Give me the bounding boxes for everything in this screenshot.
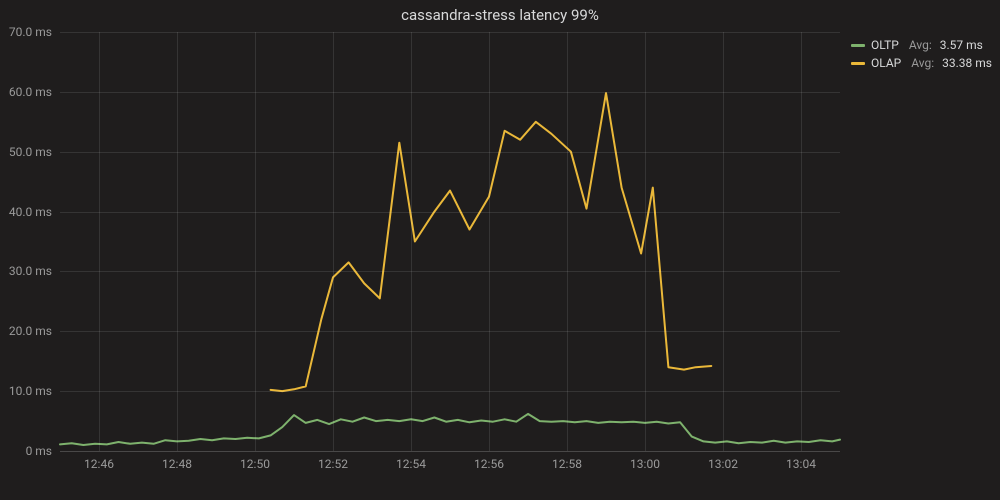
gridline-v: [723, 32, 724, 451]
x-axis-tick-label: 12:58: [552, 451, 582, 471]
y-axis-tick-label: 0 ms: [26, 444, 60, 458]
x-axis-tick-label: 12:54: [396, 451, 426, 471]
legend: OLTP Avg: 3.57 ms OLAP Avg: 33.38 ms: [851, 36, 992, 72]
gridline-v: [567, 32, 568, 451]
gridline-v: [645, 32, 646, 451]
gridline-v: [255, 32, 256, 451]
y-axis-tick-label: 70.0 ms: [9, 25, 60, 39]
legend-stat-label-oltp: Avg:: [909, 36, 932, 54]
gridline-v: [801, 32, 802, 451]
x-axis-tick-label: 13:00: [630, 451, 660, 471]
gridline-v: [411, 32, 412, 451]
x-axis-tick-label: 12:52: [318, 451, 348, 471]
y-axis-tick-label: 40.0 ms: [9, 205, 60, 219]
gridline-v: [489, 32, 490, 451]
legend-swatch-oltp: [851, 44, 865, 47]
y-axis-tick-label: 60.0 ms: [9, 85, 60, 99]
legend-label-olap: OLAP: [871, 54, 901, 72]
chart-plot-area: 0 ms10.0 ms20.0 ms30.0 ms40.0 ms50.0 ms6…: [60, 32, 840, 452]
legend-stat-value-oltp: 3.57 ms: [940, 36, 983, 54]
legend-item-olap[interactable]: OLAP Avg: 33.38 ms: [851, 54, 992, 72]
x-axis-tick-label: 13:02: [708, 451, 738, 471]
y-axis-tick-label: 50.0 ms: [9, 145, 60, 159]
x-axis-tick-label: 12:50: [240, 451, 270, 471]
chart-title: cassandra-stress latency 99%: [0, 0, 1000, 24]
legend-stat-label-olap: Avg:: [911, 54, 934, 72]
y-axis-tick-label: 30.0 ms: [9, 264, 60, 278]
legend-label-oltp: OLTP: [871, 36, 899, 54]
gridline-v: [99, 32, 100, 451]
legend-swatch-olap: [851, 62, 865, 65]
y-axis-tick-label: 10.0 ms: [9, 384, 60, 398]
legend-item-oltp[interactable]: OLTP Avg: 3.57 ms: [851, 36, 992, 54]
plot-region[interactable]: 0 ms10.0 ms20.0 ms30.0 ms40.0 ms50.0 ms6…: [60, 32, 840, 452]
x-axis-tick-label: 12:48: [162, 451, 192, 471]
x-axis-tick-label: 12:46: [84, 451, 114, 471]
gridline-v: [177, 32, 178, 451]
legend-stat-value-olap: 33.38 ms: [942, 54, 992, 72]
x-axis-tick-label: 13:04: [786, 451, 816, 471]
x-axis-tick-label: 12:56: [474, 451, 504, 471]
y-axis-tick-label: 20.0 ms: [9, 324, 60, 338]
gridline-v: [333, 32, 334, 451]
